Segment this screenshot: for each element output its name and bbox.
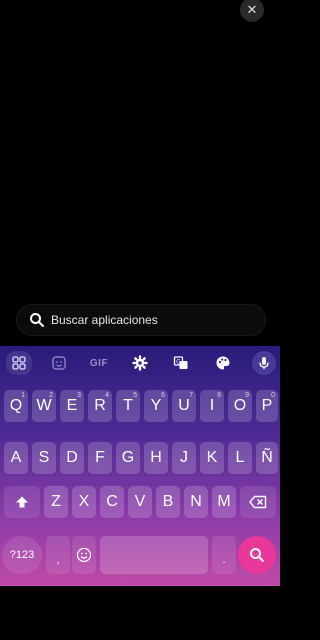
theme-palette-icon[interactable] bbox=[210, 351, 236, 375]
key-w[interactable]: W2 bbox=[32, 390, 56, 422]
key-o[interactable]: O9 bbox=[228, 390, 252, 422]
search-placeholder: Buscar aplicaciones bbox=[51, 313, 158, 327]
apps-grid-icon[interactable] bbox=[6, 351, 32, 375]
emoji-icon bbox=[76, 547, 92, 563]
key-s[interactable]: S bbox=[32, 442, 56, 474]
settings-icon[interactable] bbox=[127, 351, 153, 375]
key-label: E bbox=[66, 397, 78, 414]
key-hint: 1 bbox=[21, 392, 25, 399]
key-x[interactable]: X bbox=[72, 486, 96, 518]
key-label: T bbox=[123, 397, 133, 414]
key-hint: 9 bbox=[245, 392, 249, 399]
emoji-key[interactable] bbox=[72, 536, 96, 574]
key-label: Q bbox=[9, 397, 23, 414]
key-hint: 7 bbox=[189, 392, 193, 399]
gif-button[interactable]: GIF bbox=[86, 351, 112, 375]
period-key[interactable]: . bbox=[212, 536, 236, 574]
keyboard: GIF G Q 1 W 2 E 3 R 4 T 5 Y 6 U 7 I 8 O … bbox=[0, 346, 280, 586]
key-j[interactable]: J bbox=[172, 442, 196, 474]
search-input[interactable]: Buscar aplicaciones bbox=[16, 304, 266, 336]
key-d[interactable]: D bbox=[60, 442, 84, 474]
key-k[interactable]: K bbox=[200, 442, 224, 474]
key-label: W bbox=[36, 397, 52, 414]
key-y[interactable]: Y6 bbox=[144, 390, 168, 422]
space-key[interactable] bbox=[100, 536, 208, 574]
symbols-key[interactable]: ?123 bbox=[2, 536, 42, 574]
shift-key[interactable] bbox=[4, 486, 40, 518]
key-m[interactable]: M bbox=[212, 486, 236, 518]
key-u[interactable]: U7 bbox=[172, 390, 196, 422]
key-z[interactable]: Z bbox=[44, 486, 68, 518]
key-p[interactable]: P0 bbox=[256, 390, 278, 422]
search-icon bbox=[250, 548, 264, 562]
key-hint: 6 bbox=[161, 392, 165, 399]
key-enye[interactable]: Ñ bbox=[256, 442, 278, 474]
key-hint: 5 bbox=[133, 392, 137, 399]
backspace-key[interactable] bbox=[240, 486, 276, 518]
key-n[interactable]: N bbox=[184, 486, 208, 518]
key-h[interactable]: H bbox=[144, 442, 168, 474]
svg-text:G: G bbox=[176, 359, 181, 366]
key-label: R bbox=[94, 397, 106, 414]
key-r[interactable]: R4 bbox=[88, 390, 112, 422]
key-hint: 4 bbox=[105, 392, 109, 399]
close-button[interactable]: ✕ bbox=[240, 0, 264, 22]
key-c[interactable]: C bbox=[100, 486, 124, 518]
translate-icon[interactable]: G bbox=[168, 351, 194, 375]
key-label: U bbox=[178, 397, 190, 414]
backspace-icon bbox=[249, 495, 267, 509]
key-t[interactable]: T5 bbox=[116, 390, 140, 422]
key-label: I bbox=[209, 397, 215, 414]
key-label: P bbox=[261, 397, 273, 414]
key-hint: 2 bbox=[49, 392, 53, 399]
key-hint: 0 bbox=[271, 392, 275, 399]
microphone-icon[interactable] bbox=[252, 351, 276, 375]
key-label: O bbox=[233, 397, 247, 414]
key-hint: 3 bbox=[77, 392, 81, 399]
keyboard-toolbar: GIF G bbox=[0, 346, 280, 380]
key-f[interactable]: F bbox=[88, 442, 112, 474]
key-a[interactable]: A bbox=[4, 442, 28, 474]
key-g[interactable]: G bbox=[116, 442, 140, 474]
key-i[interactable]: I8 bbox=[200, 390, 224, 422]
key-hint: 8 bbox=[217, 392, 221, 399]
key-label: Y bbox=[150, 397, 162, 414]
comma-key[interactable]: , bbox=[46, 536, 70, 574]
close-icon: ✕ bbox=[246, 2, 258, 17]
search-icon bbox=[29, 312, 45, 328]
shift-icon bbox=[16, 496, 28, 508]
search-action-key[interactable] bbox=[238, 536, 276, 574]
key-b[interactable]: B bbox=[156, 486, 180, 518]
sticker-icon[interactable] bbox=[46, 351, 72, 375]
key-l[interactable]: L bbox=[228, 442, 252, 474]
key-v[interactable]: V bbox=[128, 486, 152, 518]
key-q[interactable]: Q1 bbox=[4, 390, 28, 422]
key-e[interactable]: E3 bbox=[60, 390, 84, 422]
